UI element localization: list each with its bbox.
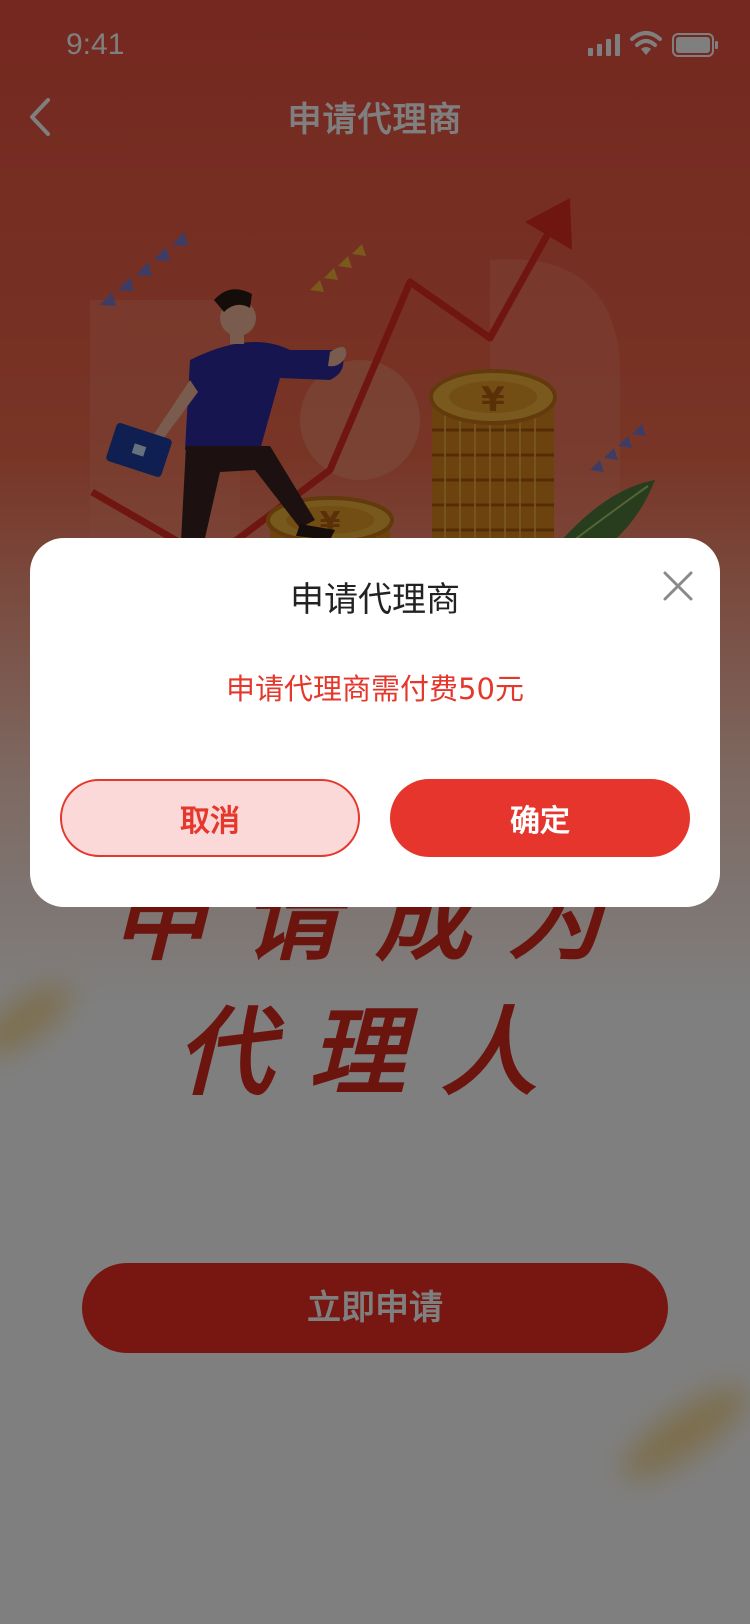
confirm-dialog: 申请代理商 申请代理商需付费50元 取消 确定: [30, 538, 720, 907]
page-background: 9:41 申请代理商: [0, 0, 750, 1624]
dialog-message: 申请代理商需付费50元: [226, 672, 524, 706]
cancel-button[interactable]: 取消: [60, 779, 360, 857]
confirm-button[interactable]: 确定: [390, 779, 690, 857]
close-icon[interactable]: [660, 568, 696, 604]
dialog-title: 申请代理商: [290, 580, 460, 620]
